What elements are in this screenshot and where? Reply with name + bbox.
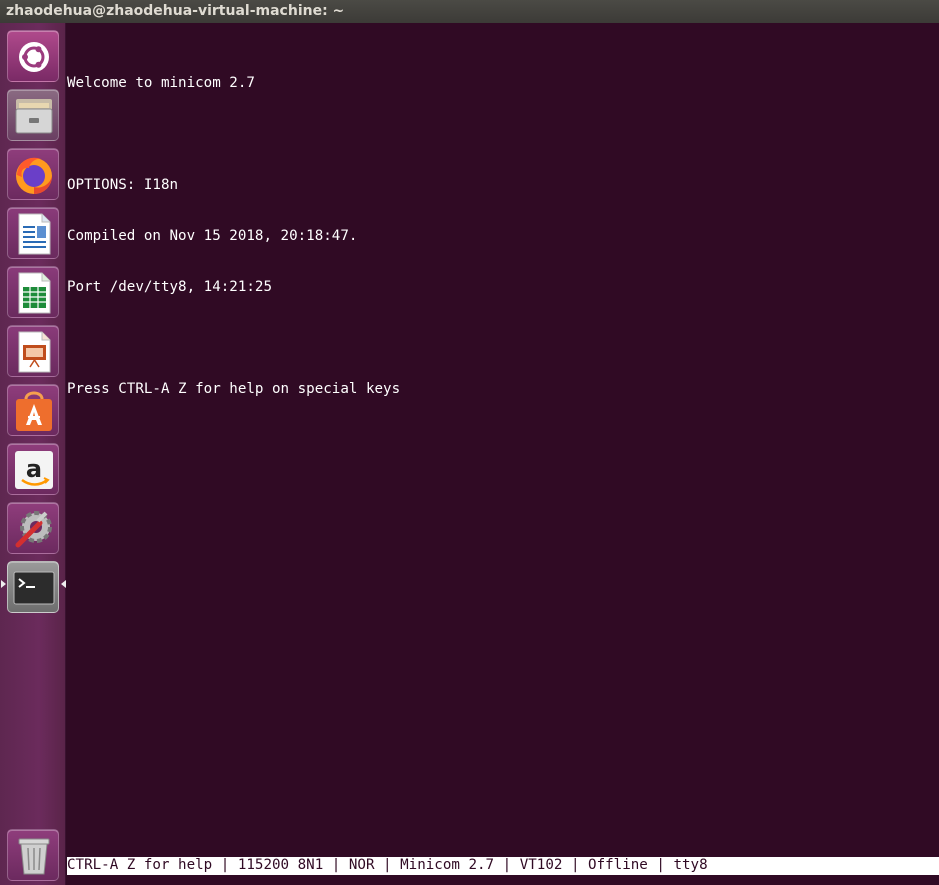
terminal-line: Welcome to minicom 2.7 [67,75,255,91]
libreoffice-calc-icon[interactable] [7,266,59,318]
minicom-status-bar: CTRL-A Z for help | 115200 8N1 | NOR | M… [67,857,939,875]
active-indicator-left [1,580,6,588]
unity-launcher: a [0,23,66,885]
ubuntu-software-icon[interactable] [7,384,59,436]
files-icon[interactable] [7,89,59,141]
terminal-output: Welcome to minicom 2.7 OPTIONS: I18n Com… [67,41,400,432]
system-settings-icon[interactable] [7,502,59,554]
window-title-bar[interactable]: zhaodehua@zhaodehua-virtual-machine: ~ [0,0,939,23]
amazon-icon[interactable]: a [7,443,59,495]
terminal-area[interactable]: Welcome to minicom 2.7 OPTIONS: I18n Com… [66,23,939,885]
libreoffice-impress-icon[interactable] [7,325,59,377]
firefox-icon[interactable] [7,148,59,200]
svg-text:a: a [26,455,42,483]
libreoffice-writer-icon[interactable] [7,207,59,259]
trash-icon[interactable] [7,829,59,881]
terminal-line: Press CTRL-A Z for help on special keys [67,381,401,397]
ubuntu-dash-icon[interactable] [7,30,59,82]
terminal-line: Port /dev/tty8, 14:21:25 [67,279,272,295]
terminal-icon[interactable] [7,561,59,613]
terminal-line: Compiled on Nov 15 2018, 20:18:47. [67,228,358,244]
terminal-line: OPTIONS: I18n [67,177,179,193]
window-title: zhaodehua@zhaodehua-virtual-machine: ~ [6,3,345,19]
